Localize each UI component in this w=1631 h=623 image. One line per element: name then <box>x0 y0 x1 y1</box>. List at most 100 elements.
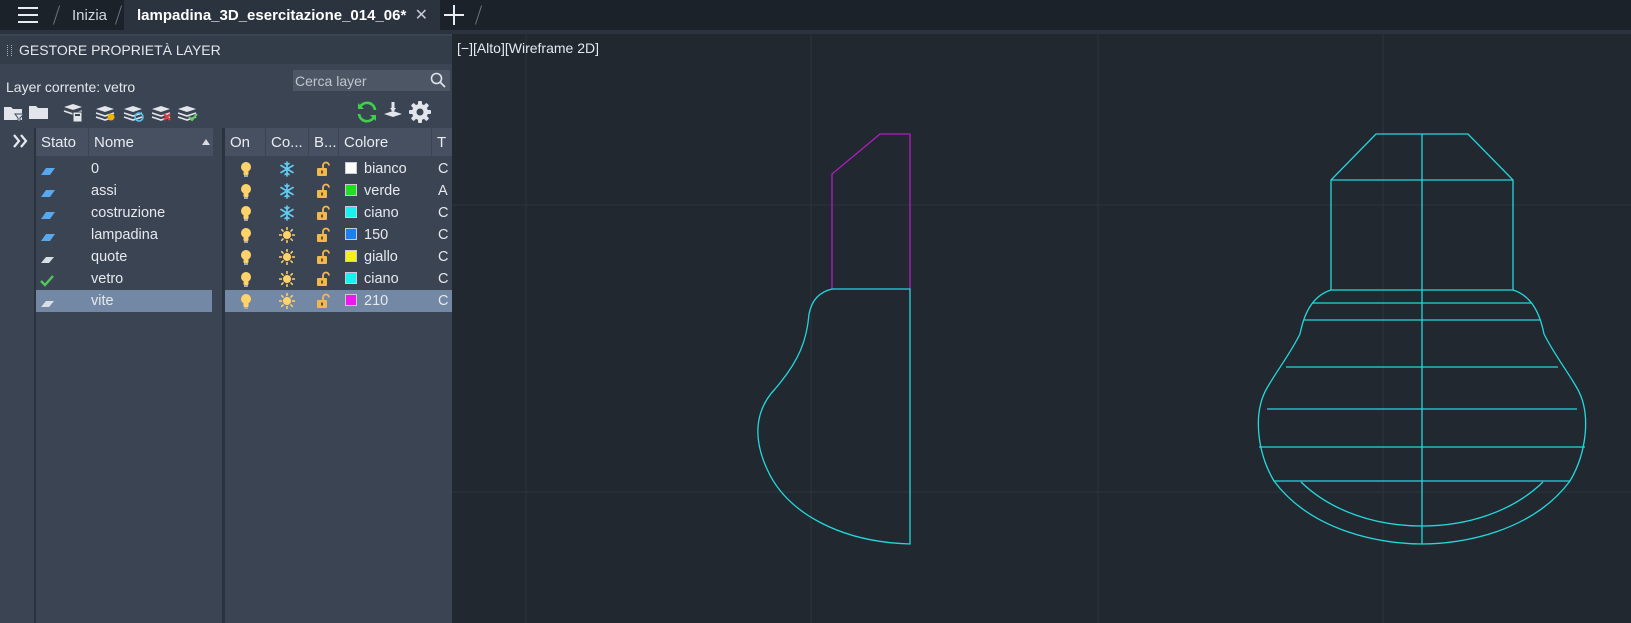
set-current-icon[interactable] <box>175 100 199 124</box>
layer-name[interactable]: costruzione <box>91 202 165 224</box>
viewport-controls-label[interactable]: [−][Alto][Wireframe 2D] <box>457 40 599 56</box>
table-row[interactable]: quote <box>36 246 212 268</box>
snowflake-icon[interactable] <box>279 183 295 199</box>
column-header-blocca[interactable]: B... <box>309 128 339 156</box>
unlocked-padlock-icon[interactable] <box>316 183 330 199</box>
tab-start[interactable]: Inizia <box>72 0 107 30</box>
layer-linetype[interactable]: C <box>438 268 448 290</box>
current-layer-check-icon[interactable] <box>40 274 56 287</box>
layer-linetype[interactable]: A <box>438 180 448 202</box>
light-bulb-on-icon[interactable] <box>239 293 253 309</box>
light-bulb-on-icon[interactable] <box>239 183 253 199</box>
new-layer-filter-icon[interactable] <box>2 100 26 124</box>
color-swatch[interactable] <box>345 184 357 196</box>
layer-linetype[interactable]: C <box>438 246 448 268</box>
table-row[interactable]: giallo C <box>225 246 452 268</box>
group-filter-icon[interactable] <box>27 100 51 124</box>
layer-color-name[interactable]: giallo <box>364 246 398 268</box>
palette-title-bar[interactable]: GESTORE PROPRIETÀ LAYER <box>0 36 452 64</box>
layer-linetype[interactable]: C <box>438 202 448 224</box>
sun-icon[interactable] <box>278 292 296 310</box>
table-row[interactable]: ciano C <box>225 202 452 224</box>
layer-name[interactable]: vetro <box>91 268 123 290</box>
layer-name[interactable]: vite <box>91 290 114 312</box>
light-bulb-on-icon[interactable] <box>239 271 253 287</box>
close-tab-icon[interactable]: ✕ <box>415 0 428 31</box>
column-header-tipo[interactable]: T <box>432 128 452 156</box>
color-swatch[interactable] <box>345 250 357 262</box>
layer-freeze-toggle[interactable] <box>278 292 296 315</box>
column-header-congela[interactable]: Co... <box>266 128 309 156</box>
light-bulb-on-icon[interactable] <box>239 249 253 265</box>
snowflake-icon[interactable] <box>279 205 295 221</box>
table-row[interactable]: 210 C <box>225 290 452 312</box>
search-layer-box[interactable] <box>293 70 450 91</box>
layer-linetype[interactable]: C <box>438 158 448 180</box>
layer-status-icon[interactable] <box>40 296 56 309</box>
layer-status-icon[interactable] <box>40 208 56 221</box>
expand-filter-pane-icon[interactable] <box>11 132 31 150</box>
table-row[interactable]: assi <box>36 180 212 202</box>
unlocked-padlock-icon[interactable] <box>316 271 330 287</box>
layer-color-name[interactable]: bianco <box>364 158 407 180</box>
layer-name[interactable]: lampadina <box>91 224 158 246</box>
layer-status-icon[interactable] <box>40 252 56 265</box>
column-header-colore[interactable]: Colore <box>339 128 432 156</box>
light-bulb-on-icon[interactable] <box>239 161 253 177</box>
grip-icon[interactable] <box>7 45 12 56</box>
layer-color-name[interactable]: ciano <box>364 268 399 290</box>
light-bulb-on-icon[interactable] <box>239 205 253 221</box>
new-layer-vp-frozen-icon[interactable] <box>121 100 145 124</box>
unlocked-padlock-icon[interactable] <box>316 227 330 243</box>
sun-icon[interactable] <box>278 226 296 244</box>
layer-linetype[interactable]: C <box>438 224 448 246</box>
color-swatch[interactable] <box>345 206 357 218</box>
new-layer-icon[interactable] <box>93 100 117 124</box>
unlocked-padlock-icon[interactable] <box>316 249 330 265</box>
color-swatch[interactable] <box>345 272 357 284</box>
sun-icon[interactable] <box>278 248 296 266</box>
search-icon[interactable] <box>430 72 446 88</box>
color-swatch[interactable] <box>345 228 357 240</box>
sun-icon[interactable] <box>278 270 296 288</box>
layer-name[interactable]: quote <box>91 246 127 268</box>
layer-status-icon[interactable] <box>40 164 56 177</box>
layer-color-name[interactable]: verde <box>364 180 400 202</box>
layer-states-icon[interactable] <box>61 100 85 124</box>
unlocked-padlock-icon[interactable] <box>316 293 330 309</box>
new-tab-plus-icon[interactable] <box>444 3 464 27</box>
table-row[interactable]: ciano C <box>225 268 452 290</box>
layer-tool-icon[interactable] <box>381 100 405 124</box>
drawing-canvas[interactable] <box>452 34 1631 623</box>
table-row[interactable]: vetro <box>36 268 212 290</box>
table-row[interactable]: bianco C <box>225 158 452 180</box>
table-row[interactable]: costruzione <box>36 202 212 224</box>
table-row[interactable]: 150 C <box>225 224 452 246</box>
table-row[interactable]: verde A <box>225 180 452 202</box>
hamburger-menu-icon[interactable] <box>10 4 42 26</box>
delete-layer-icon[interactable] <box>149 100 173 124</box>
search-layer-input[interactable] <box>295 70 423 91</box>
layer-color-name[interactable]: 210 <box>364 290 388 312</box>
snowflake-icon[interactable] <box>279 161 295 177</box>
layer-name[interactable]: 0 <box>91 158 99 180</box>
table-row[interactable]: lampadina <box>36 224 212 246</box>
layer-name[interactable]: assi <box>91 180 117 202</box>
layer-color-name[interactable]: 150 <box>364 224 388 246</box>
table-row[interactable]: 0 <box>36 158 212 180</box>
drawing-viewport[interactable]: [−][Alto][Wireframe 2D] <box>452 34 1631 623</box>
column-header-on[interactable]: On <box>225 128 266 156</box>
tab-drawing[interactable]: lampadina_3D_esercitazione_014_06* ✕ <box>124 0 440 30</box>
unlocked-padlock-icon[interactable] <box>316 161 330 177</box>
layer-status-icon[interactable] <box>40 230 56 243</box>
color-swatch[interactable] <box>345 162 357 174</box>
table-row[interactable]: vite <box>36 290 212 312</box>
color-swatch[interactable] <box>345 294 357 306</box>
layer-on-toggle[interactable] <box>239 293 253 315</box>
layer-status-icon[interactable] <box>40 186 56 199</box>
layer-status-cell[interactable] <box>40 294 56 316</box>
refresh-icon[interactable] <box>355 100 379 124</box>
layer-linetype[interactable]: C <box>438 290 448 312</box>
settings-icon[interactable] <box>408 100 432 124</box>
layer-lock-toggle[interactable] <box>316 293 330 315</box>
